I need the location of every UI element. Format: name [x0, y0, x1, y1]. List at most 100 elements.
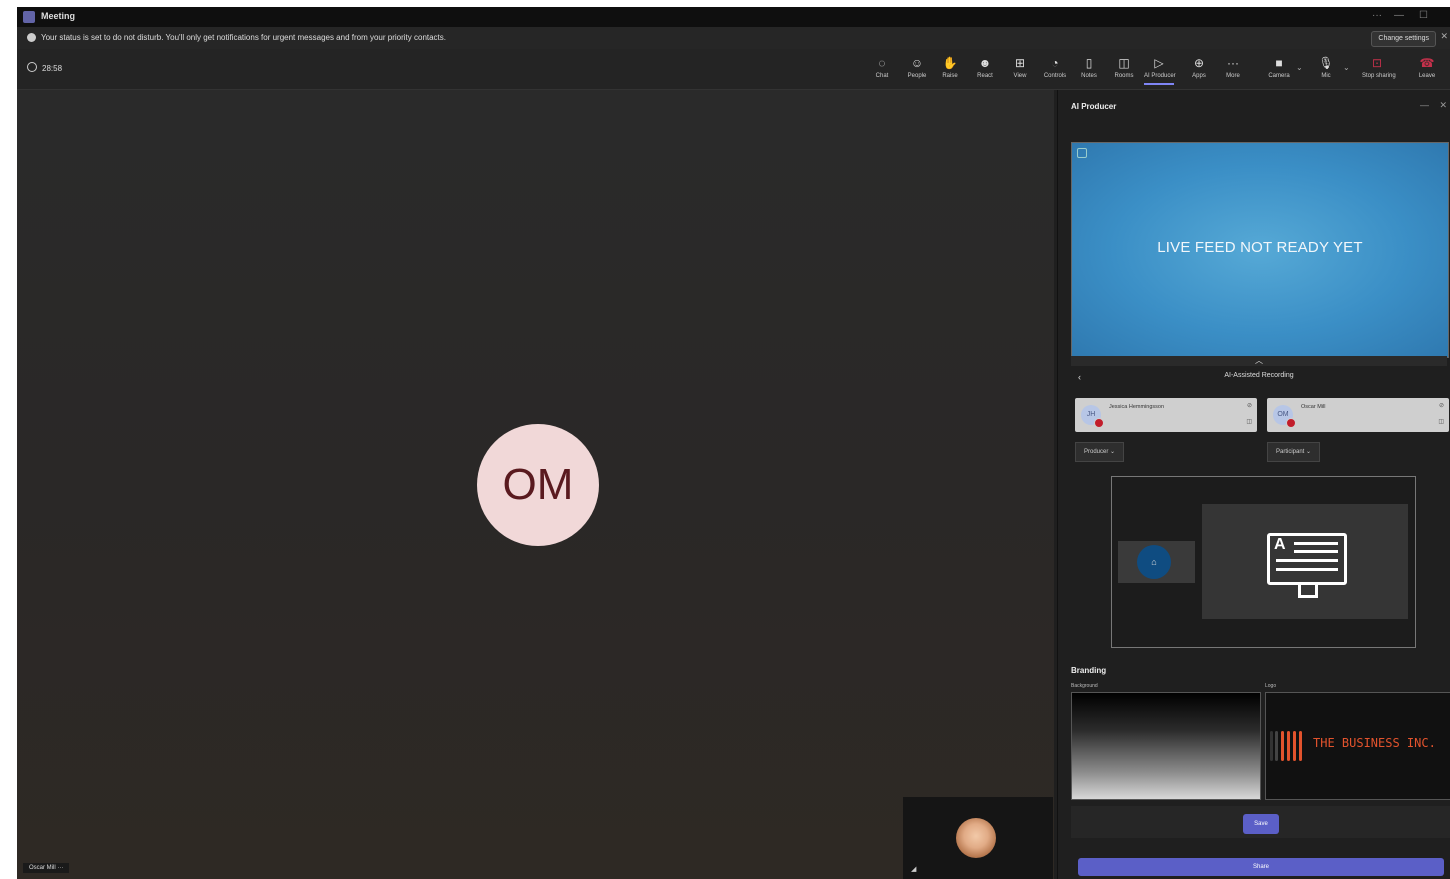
mic-button[interactable]: 🎙 Mic	[1311, 55, 1341, 79]
participant-card-producer[interactable]: JH Jessica Hemmingsson ⊘ ◫	[1075, 398, 1257, 432]
controls-button[interactable]: ◔ Controls	[1040, 55, 1070, 79]
screen-icon: ◫	[1246, 419, 1252, 425]
leave-button[interactable]: ☎ Leave	[1412, 55, 1442, 79]
people-icon: ☺	[910, 56, 924, 70]
ai-producer-label: AI Producer	[1144, 73, 1176, 79]
timer-icon	[27, 62, 37, 72]
maximize-icon[interactable]: ☐	[1419, 10, 1428, 21]
raise-label: Raise	[942, 73, 958, 79]
smile-icon: ☻	[978, 56, 992, 70]
close-panel-icon[interactable]: ✕	[1439, 100, 1447, 111]
info-icon	[27, 33, 36, 42]
more-button[interactable]: ··· More	[1218, 55, 1248, 79]
participant-name: Jessica Hemmingsson	[1109, 404, 1165, 410]
chat-button[interactable]: ◌ Chat	[867, 55, 897, 79]
notes-label: Notes	[1081, 73, 1097, 79]
view-button[interactable]: ⊞ View	[1005, 55, 1035, 79]
save-button[interactable]: Save	[1243, 814, 1279, 834]
camera-off-icon: ⌂	[1137, 545, 1171, 579]
participant-thumbnail: ⌂	[1118, 541, 1195, 583]
minimize-icon[interactable]: —	[1394, 10, 1404, 21]
branding-title: Branding	[1071, 666, 1107, 675]
layout-preview: ⌂ A	[1111, 476, 1416, 648]
role-dropdown-participant[interactable]: Participant ⌄	[1267, 442, 1321, 462]
self-view[interactable]: ◢	[903, 797, 1053, 879]
chevron-down-icon: ⌄	[1306, 449, 1312, 455]
screen-icon: ◫	[1438, 419, 1444, 425]
window-title: Meeting	[41, 11, 76, 21]
teams-app-icon	[23, 11, 35, 23]
status-banner: Your status is set to do not disturb. Yo…	[17, 27, 1450, 49]
logo-option[interactable]: THE BUSINESS INC.	[1265, 692, 1450, 800]
view-label: View	[1013, 73, 1027, 79]
chat-icon: ◌	[878, 56, 886, 70]
hand-icon: ✋	[942, 56, 958, 70]
share-button[interactable]: Share	[1078, 858, 1444, 876]
role-label: Participant	[1276, 449, 1305, 455]
ai-producer-panel: AI Producer — ✕ LIVE FEED NOT READY YET …	[1057, 90, 1450, 879]
apps-button[interactable]: ⊕ Apps	[1184, 55, 1214, 79]
banner-message: Your status is set to do not disturb. Yo…	[41, 33, 447, 42]
recording-title: AI-Assisted Recording	[1224, 372, 1294, 379]
react-button[interactable]: ☻ React	[970, 55, 1000, 79]
preview-icon	[1077, 148, 1087, 158]
company-logo-mark	[1270, 731, 1310, 761]
stop-sharing-button[interactable]: ⊡ Stop sharing	[1362, 55, 1396, 79]
participant-name: Oscar Mill	[1301, 404, 1326, 410]
camera-button[interactable]: ■ Camera	[1264, 55, 1294, 79]
name-tag-label: Oscar Mill	[29, 865, 56, 871]
participant-card-participant[interactable]: OM Oscar Mill ⊘ ◫	[1267, 398, 1449, 432]
more-icon: ···	[57, 865, 64, 871]
camera-icon: ■	[1275, 56, 1283, 70]
minimize-panel-icon[interactable]: —	[1420, 100, 1429, 110]
collapse-preview-button[interactable]: ︿	[1071, 356, 1447, 366]
close-icon[interactable]: ✕	[1440, 31, 1448, 42]
participant-name-tag[interactable]: Oscar Mill ···	[23, 863, 70, 873]
background-option[interactable]	[1071, 692, 1261, 800]
mic-label: Mic	[1321, 73, 1331, 79]
controls-label: Controls	[1043, 73, 1067, 79]
link-icon: ⊘	[1246, 403, 1252, 409]
rooms-button[interactable]: ◫ Rooms	[1109, 55, 1139, 79]
background-label: Background	[1071, 683, 1098, 689]
camera-options-chevron-icon[interactable]: ⌄	[1296, 63, 1303, 72]
role-dropdown-producer[interactable]: Producer ⌄	[1075, 442, 1125, 462]
live-feed-preview: LIVE FEED NOT READY YET	[1071, 142, 1449, 358]
leave-label: Leave	[1418, 73, 1436, 79]
shared-content-thumbnail: A	[1202, 504, 1408, 619]
people-button[interactable]: ☺ People	[902, 55, 932, 79]
mic-options-chevron-icon[interactable]: ⌄	[1343, 63, 1350, 72]
logo-label: Logo	[1265, 683, 1277, 689]
self-video	[956, 818, 996, 858]
rooms-label: Rooms	[1114, 73, 1134, 79]
controls-icon: ◔	[1051, 56, 1059, 70]
save-row: Save	[1071, 806, 1450, 838]
change-settings-button[interactable]: Change settings	[1371, 31, 1436, 47]
meeting-timer: 28:58	[42, 64, 63, 73]
meeting-toolbar: 28:58 ◌ Chat ☺ People ✋ Raise ☻ React ⊞ …	[17, 49, 1450, 90]
expand-icon[interactable]: ◢	[911, 865, 916, 873]
title-bar: Meeting ··· — ☐	[17, 7, 1450, 27]
rooms-icon: ◫	[1118, 56, 1130, 70]
phone-icon: ☎	[1419, 56, 1435, 70]
raise-hand-button[interactable]: ✋ Raise	[935, 55, 965, 79]
meeting-window: Meeting ··· — ☐ Your status is set to do…	[17, 7, 1450, 879]
more-options-icon[interactable]: ···	[1372, 10, 1382, 21]
status-dot	[1286, 418, 1296, 428]
video-stage: OM Oscar Mill ···	[17, 90, 1054, 879]
notes-icon: ▯	[1085, 56, 1093, 70]
live-feed-status: LIVE FEED NOT READY YET	[1157, 239, 1363, 256]
chat-label: Chat	[875, 73, 889, 79]
camera-label: Camera	[1268, 73, 1290, 79]
share-icon: ⊡	[1371, 56, 1383, 70]
panel-title: AI Producer	[1071, 102, 1117, 111]
ai-producer-button[interactable]: ▷ AI Producer	[1144, 55, 1176, 85]
view-icon: ⊞	[1014, 56, 1026, 70]
notes-button[interactable]: ▯ Notes	[1074, 55, 1104, 79]
play-icon: ▷	[1154, 56, 1164, 70]
monitor-stand	[1298, 585, 1318, 598]
role-label: Producer	[1084, 449, 1109, 455]
apps-label: Apps	[1192, 73, 1206, 79]
chevron-up-icon: ︿	[1255, 356, 1263, 365]
more-label: More	[1226, 73, 1240, 79]
